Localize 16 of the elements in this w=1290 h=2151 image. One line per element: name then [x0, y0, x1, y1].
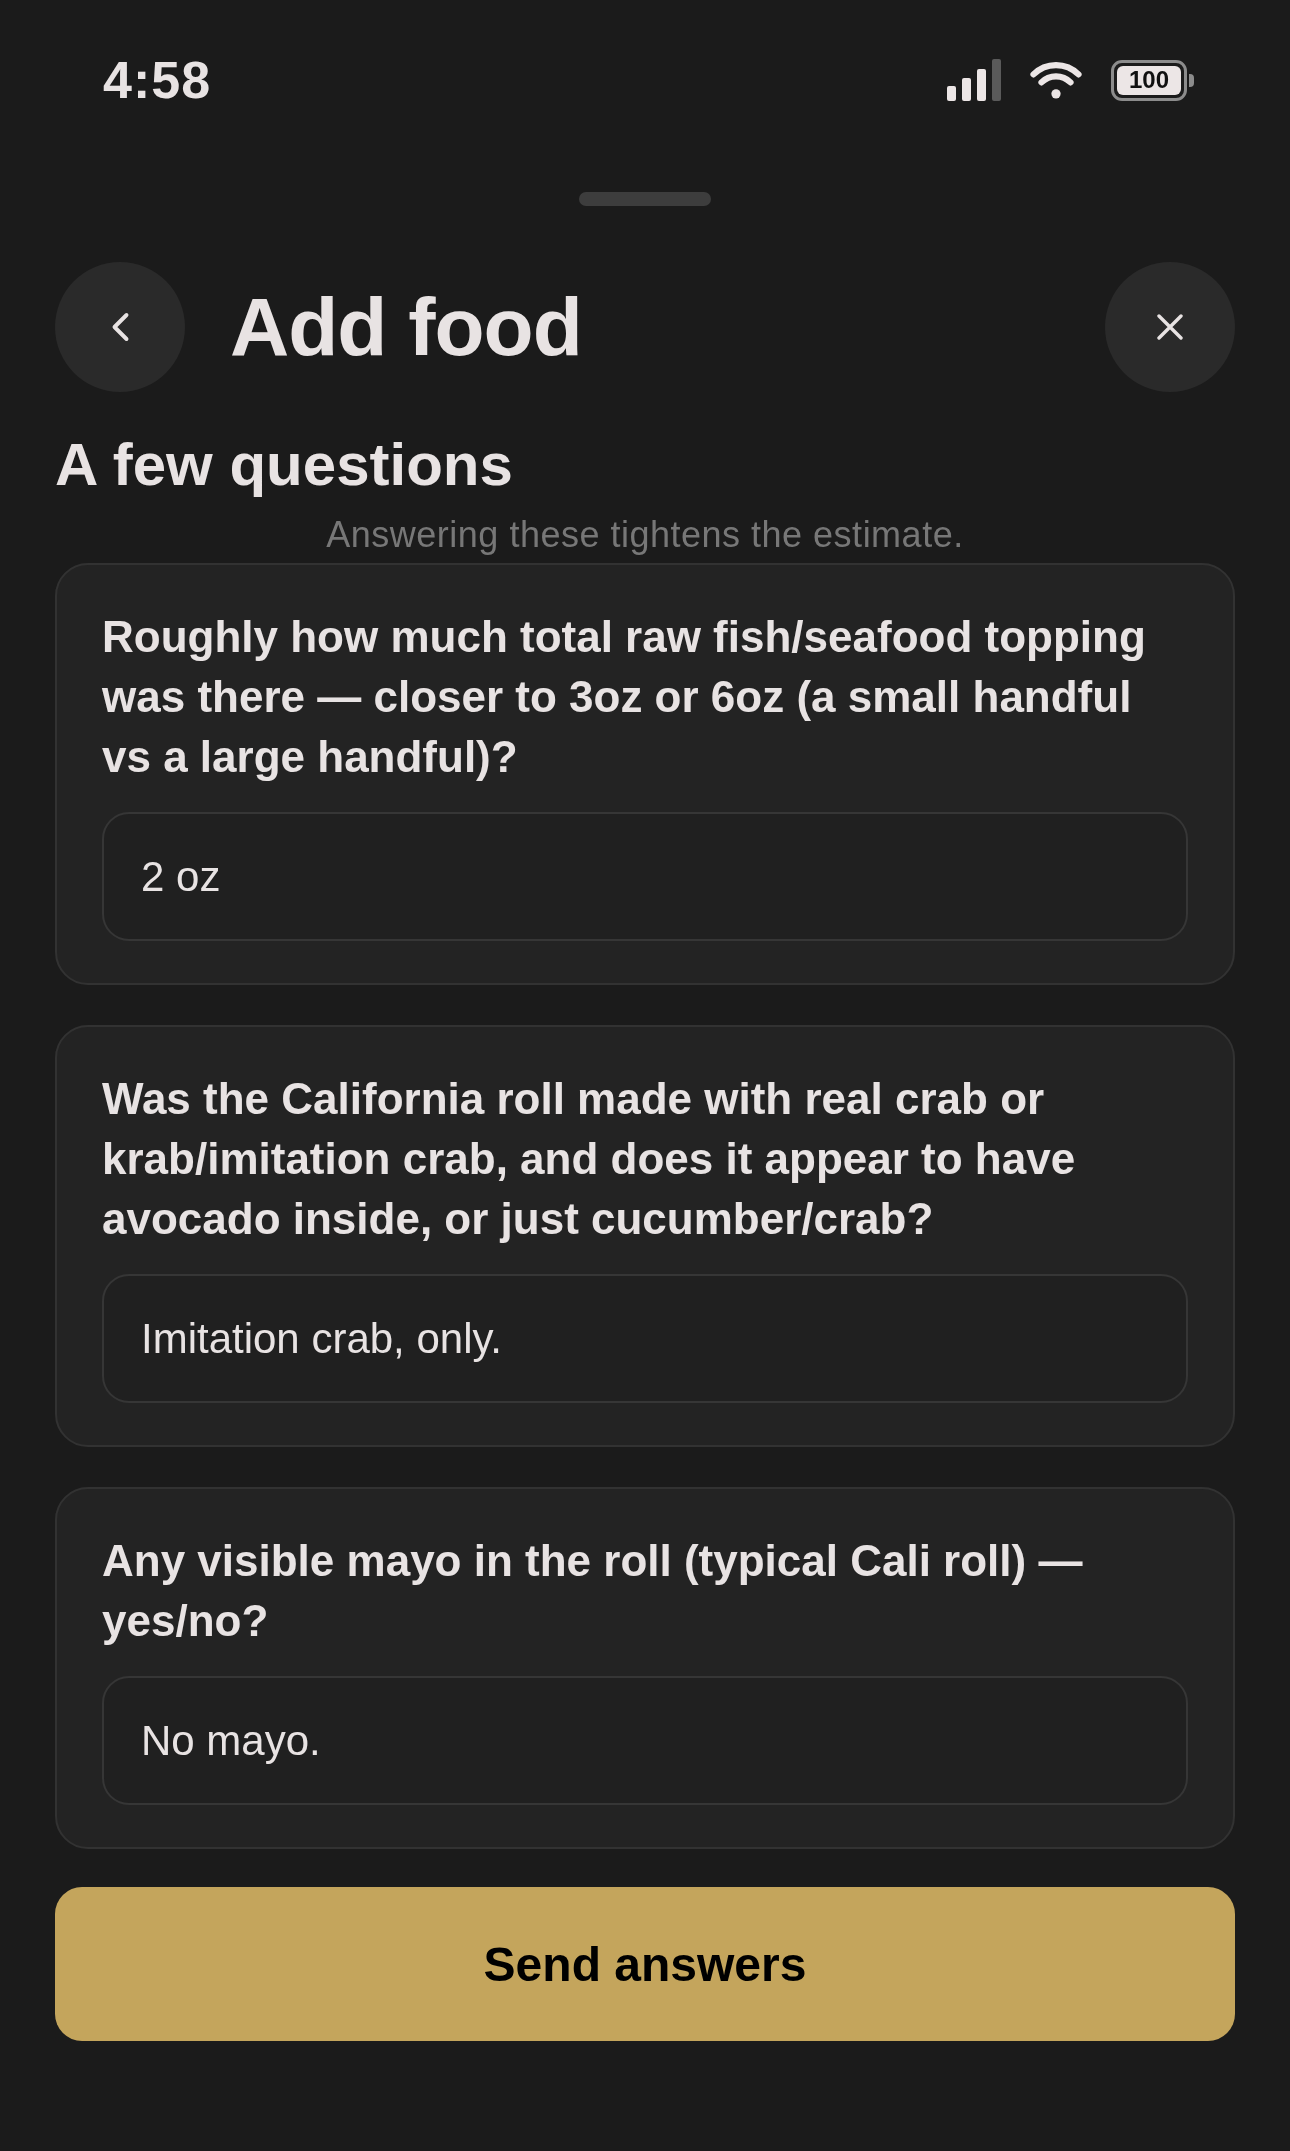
page-title: Add food [230, 286, 583, 368]
battery-indicator: 100 [1111, 59, 1194, 101]
wifi-icon [1028, 61, 1084, 99]
question-text: Roughly how much total raw fish/seafood topping was there — closer to 3oz or 6oz (a small handful vs a large handful)? [102, 611, 1147, 783]
signal-icon [947, 59, 1001, 101]
status-time: 4:58 [103, 50, 212, 110]
answer-field[interactable]: 2 oz [102, 812, 1188, 941]
answer-field[interactable]: Imitation crab, only. [102, 1274, 1188, 1403]
close-icon [1157, 314, 1183, 340]
answer-field[interactable]: No mayo. [102, 1676, 1188, 1805]
section-subtitle: Answering these tightens the estimate. [326, 513, 964, 557]
section-title: A few questions [55, 430, 513, 500]
question-text: Was the California roll made with real crab or krab/imitation crab, and does it appear to have avocado inside, or just cucumber/crab? [102, 1073, 1077, 1245]
question-text: Any visible mayo in the roll (typical Cali roll) — yes/no? [102, 1535, 1084, 1647]
send-answers-button[interactable]: Send answers [55, 1887, 1235, 2041]
drag-handle[interactable] [579, 192, 711, 206]
